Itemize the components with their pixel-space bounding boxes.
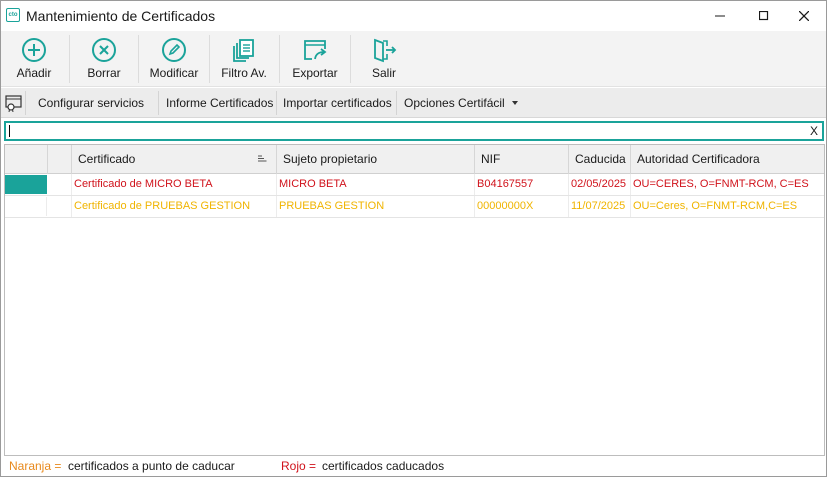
add-button[interactable]: Añadir	[11, 31, 57, 87]
certificates-report-button[interactable]: Informe Certificados	[166, 88, 273, 118]
pencil-circle-icon	[162, 38, 186, 62]
window-title: Mantenimiento de Certificados	[26, 8, 216, 24]
maximize-icon	[759, 11, 769, 21]
exit-door-icon	[374, 38, 397, 63]
cell-autoridad: OU=CERES, O=FNMT-RCM, C=ES	[633, 178, 809, 190]
documents-stack-icon	[233, 39, 254, 62]
add-label: Añadir	[16, 66, 52, 80]
plus-circle-icon	[22, 38, 46, 62]
cell-nif: B04167557	[475, 174, 569, 195]
exit-label: Salir	[371, 66, 396, 80]
caret-down-icon	[512, 101, 519, 105]
secondary-toolbar: Configurar servicios Informe Certificado…	[1, 88, 826, 118]
toolbar-divider	[350, 35, 351, 83]
export-label: Exportar	[292, 66, 338, 80]
row-indicator-header	[5, 145, 48, 174]
export-button[interactable]: Exportar	[290, 31, 340, 87]
edit-label: Modificar	[149, 66, 199, 80]
row-selector[interactable]	[5, 197, 47, 216]
minimize-button[interactable]	[698, 1, 742, 31]
maximize-button[interactable]	[742, 1, 786, 31]
sort-icon	[258, 155, 267, 162]
column-header-nif[interactable]: NIF	[475, 145, 569, 174]
certificate-settings-icon[interactable]	[5, 94, 23, 112]
certificates-grid: Certificado Sujeto propietario NIF Caduc…	[4, 144, 825, 456]
table-row[interactable]: Certificado de MICRO BETA MICRO BETA B04…	[5, 174, 824, 196]
subbar-divider	[25, 91, 26, 115]
export-icon	[304, 40, 327, 60]
cell-certificado: Certificado de MICRO BETA	[72, 174, 277, 195]
column-header-sujeto[interactable]: Sujeto propietario	[277, 145, 475, 174]
edit-button[interactable]: Modificar	[147, 31, 201, 87]
configure-services-button[interactable]: Configurar servicios	[38, 88, 144, 118]
toolbar-divider	[69, 35, 70, 83]
legend-orange-key: Naranja =	[9, 459, 62, 473]
legend-red-key: Rojo =	[281, 459, 317, 473]
delete-button[interactable]: Borrar	[81, 31, 127, 87]
row-marker-cell	[48, 196, 72, 217]
cell-autoridad: OU=Ceres, O=FNMT-RCM,C=ES	[633, 200, 798, 212]
cell-certificado: Certificado de PRUEBAS GESTION	[72, 196, 277, 217]
delete-circle-icon	[92, 38, 116, 62]
cell-sujeto: MICRO BETA	[277, 174, 475, 195]
advanced-filter-label: Filtro Av.	[221, 66, 267, 80]
row-selector[interactable]	[5, 175, 47, 194]
table-row[interactable]: Certificado de PRUEBAS GESTION PRUEBAS G…	[5, 196, 824, 218]
close-icon	[799, 11, 809, 21]
cell-caducidad: 02/05/2025	[569, 174, 631, 195]
advanced-filter-button[interactable]: Filtro Av.	[219, 31, 269, 87]
subbar-divider	[158, 91, 159, 115]
cell-nif: 00000000X	[475, 196, 569, 217]
cell-caducidad: 11/07/2025	[569, 196, 631, 217]
exit-button[interactable]: Salir	[366, 31, 402, 87]
app-logo-icon: cto	[6, 8, 20, 22]
subbar-divider	[276, 91, 277, 115]
row-marker-cell	[48, 174, 72, 195]
clear-search-button[interactable]: X	[810, 123, 818, 139]
row-marker-header	[48, 145, 72, 174]
color-legend: Naranja = certificados a punto de caduca…	[4, 456, 825, 476]
main-toolbar: Añadir Borrar Modificar Filtro Av. Expor…	[1, 31, 826, 87]
toolbar-divider	[209, 35, 210, 83]
certificates-window: cto Mantenimiento de Certificados Añadir…	[0, 0, 827, 477]
column-header-certificado[interactable]: Certificado	[72, 145, 277, 174]
cell-sujeto: PRUEBAS GESTION	[277, 196, 475, 217]
import-certificates-button[interactable]: Importar certificados	[283, 88, 392, 118]
column-header-caducidad[interactable]: Caducida	[569, 145, 631, 174]
toolbar-divider	[279, 35, 280, 83]
column-header-certificado-label: Certificado	[78, 152, 136, 166]
minimize-icon	[715, 15, 725, 17]
search-input[interactable]	[8, 123, 798, 139]
close-button[interactable]	[782, 1, 826, 31]
legend-red-text: certificados caducados	[322, 459, 445, 473]
subbar-divider	[396, 91, 397, 115]
certifacil-options-dropdown[interactable]: Opciones Certifácil	[404, 88, 519, 118]
title-bar: cto Mantenimiento de Certificados	[1, 1, 826, 31]
search-box: X	[4, 121, 824, 141]
certifacil-options-label: Opciones Certifácil	[404, 96, 505, 110]
column-header-autoridad[interactable]: Autoridad Certificadora	[631, 145, 824, 174]
grid-header: Certificado Sujeto propietario NIF Caduc…	[5, 145, 824, 174]
toolbar-divider	[138, 35, 139, 83]
delete-label: Borrar	[87, 66, 121, 80]
legend-orange-text: certificados a punto de caducar	[68, 459, 235, 473]
